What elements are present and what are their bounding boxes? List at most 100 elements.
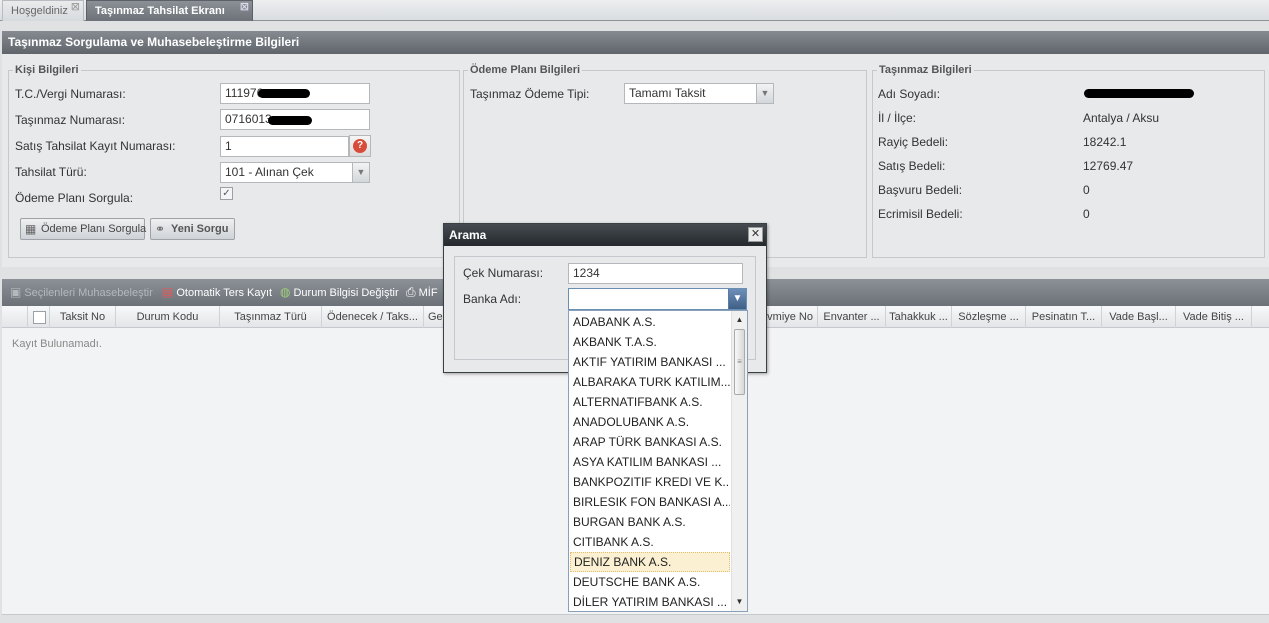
tahsilat-turu-label: Tahsilat Türü: <box>15 165 87 179</box>
tc-label: T.C./Vergi Numarası: <box>15 87 126 101</box>
row-number-column <box>2 306 28 328</box>
save-icon: ▣ <box>10 285 22 299</box>
odeme-plani-checkbox[interactable]: ✓ <box>220 187 233 200</box>
scroll-up-icon[interactable]: ▲ <box>732 313 747 327</box>
tahsilat-turu-select[interactable]: 101 - Alınan Çek ▼ <box>220 162 370 183</box>
dialog-title: Arama <box>444 224 766 246</box>
kisi-legend: Kişi Bilgileri <box>15 64 79 76</box>
tab-bar: Hoşgeldiniz ⊠ Taşınmaz Tahsilat Ekranı ⊠ <box>0 0 1269 21</box>
list-item[interactable]: BANKPOZITIF KREDI VE K... <box>570 472 730 492</box>
chevron-down-icon[interactable]: ▼ <box>756 84 773 103</box>
column-header[interactable]: Tahakkuk ... <box>886 306 952 328</box>
column-header[interactable]: Taşınmaz Türü <box>220 306 322 328</box>
list-item[interactable]: BIRLESIK FON BANKASI A.... <box>570 492 730 512</box>
odeme-plani-sorgula-label: Ödeme Planı Sorgula: <box>15 191 134 205</box>
binoculars-icon: ⚭ <box>155 222 166 236</box>
odeme-legend: Ödeme Planı Bilgileri <box>470 64 581 76</box>
cek-numarasi-value: 1234 <box>573 266 600 280</box>
satis-kayit-input[interactable]: 1 <box>220 136 349 157</box>
column-header[interactable]: Vade Bitiş ... <box>1176 306 1252 328</box>
banka-adi-select[interactable]: ▼ <box>568 288 747 310</box>
column-header[interactable]: Pesinatın T... <box>1026 306 1102 328</box>
column-header[interactable]: Envanter ... <box>818 306 886 328</box>
chevron-down-icon[interactable]: ▼ <box>728 289 746 309</box>
redaction-mark <box>268 116 312 125</box>
satis-bedeli-label: Satış Bedeli: <box>878 159 946 173</box>
scroll-down-icon[interactable]: ▼ <box>732 595 747 609</box>
tab-close-icon[interactable]: ⊠ <box>240 2 249 13</box>
tab-label: Taşınmaz Tahsilat Ekranı <box>95 5 225 17</box>
adi-soyadi-label: Adı Soyadı: <box>878 87 941 101</box>
odeme-tipi-select[interactable]: Tamamı Taksit ▼ <box>624 83 774 104</box>
tasinmaz-legend: Taşınmaz Bilgileri <box>879 64 972 76</box>
banka-adi-label: Banka Adı: <box>463 292 522 306</box>
tab-tasinmaz-tahsilat[interactable]: Taşınmaz Tahsilat Ekranı ⊠ <box>86 0 253 21</box>
odeme-tipi-value: Tamamı Taksit <box>629 86 706 100</box>
globe-icon: ◍ <box>280 285 291 299</box>
list-item[interactable]: CITIBANK A.S. <box>570 532 730 552</box>
redaction-mark <box>258 89 310 98</box>
odeme-tipi-label: Taşınmaz Ödeme Tipi: <box>470 87 590 101</box>
tahsilat-turu-value: 101 - Alınan Çek <box>225 165 314 179</box>
redaction-mark <box>1084 89 1194 98</box>
durum-degistir-button[interactable]: ◍ Durum Bilgisi Değiştir <box>280 279 399 306</box>
tasinmaz-no-value: 0716013 <box>225 112 272 126</box>
column-header[interactable]: Vade Başl... <box>1102 306 1176 328</box>
column-header[interactable]: Sözleşme ... <box>952 306 1026 328</box>
reverse-icon: ▤ <box>162 285 174 299</box>
list-item[interactable]: DEUTSCHE BANK A.S. <box>570 572 730 592</box>
calculator-icon: ▦ <box>25 222 37 236</box>
button-label: Otomatik Ters Kayıt <box>176 287 273 299</box>
cek-numarasi-input[interactable]: 1234 <box>568 263 743 284</box>
tab-hosgeldiniz[interactable]: Hoşgeldiniz ⊠ <box>2 0 84 21</box>
help-button[interactable]: ? <box>349 135 371 157</box>
button-label: Yeni Sorgu <box>171 223 229 235</box>
button-label: Ödeme Planı Sorgula <box>41 223 147 235</box>
cek-numarasi-label: Çek Numarası: <box>463 266 544 280</box>
banka-adi-value[interactable] <box>569 289 729 309</box>
il-ilce-label: İl / İlçe: <box>878 111 917 125</box>
ecrimisil-bedeli-value: 0 <box>1083 207 1090 221</box>
select-all-checkbox[interactable] <box>33 311 46 324</box>
column-header[interactable]: Ödenecek / Taks... <box>322 306 424 328</box>
il-ilce-value: Antalya / Aksu <box>1083 111 1160 125</box>
list-item[interactable]: ALBARAKA TURK KATILIM... <box>570 372 730 392</box>
list-item-highlighted[interactable]: DENIZ BANK A.S. <box>570 552 730 572</box>
satis-kayit-label: Satış Tahsilat Kayıt Numarası: <box>15 139 176 153</box>
scroll-thumb[interactable]: ≡ <box>734 329 745 395</box>
list-item[interactable]: AKTIF YATIRIM BANKASI ... <box>570 352 730 372</box>
list-item[interactable]: DİLER YATIRIM BANKASI ... <box>570 592 730 611</box>
column-header[interactable]: Durum Kodu <box>116 306 220 328</box>
basvuru-bedeli-value: 0 <box>1083 183 1090 197</box>
list-item[interactable]: ANADOLUBANK A.S. <box>570 412 730 432</box>
list-item[interactable]: ALTERNATIFBANK A.S. <box>570 392 730 412</box>
basvuru-bedeli-label: Başvuru Bedeli: <box>878 183 963 197</box>
empty-message: Kayıt Bulunamadı. <box>12 338 102 350</box>
button-label: MİF <box>418 287 438 299</box>
tab-label: Hoşgeldiniz <box>11 5 68 17</box>
rayic-bedeli-value: 18242.1 <box>1083 135 1127 149</box>
tab-close-icon[interactable]: ⊠ <box>71 2 80 13</box>
list-item[interactable]: AKBANK T.A.S. <box>570 332 730 352</box>
mif-button[interactable]: ⎙ MİF <box>406 279 438 306</box>
yeni-sorgu-button[interactable]: ⚭ Yeni Sorgu <box>150 218 235 240</box>
chevron-down-icon[interactable]: ▼ <box>352 163 369 182</box>
list-item[interactable]: ASYA KATILIM BANKASI ... <box>570 452 730 472</box>
button-label: Seçilenleri Muhasebeleştir <box>24 287 153 299</box>
ecrimisil-bedeli-label: Ecrimisil Bedeli: <box>878 207 963 221</box>
rayic-bedeli-label: Rayiç Bedeli: <box>878 135 949 149</box>
muhasebelestir-button[interactable]: ▣ Seçilenleri Muhasebeleştir <box>10 279 153 306</box>
help-icon: ? <box>353 139 367 153</box>
satis-bedeli-value: 12769.47 <box>1083 159 1134 173</box>
list-item[interactable]: ADABANK A.S. <box>570 312 730 332</box>
odeme-plani-sorgula-button[interactable]: ▦ Ödeme Planı Sorgula <box>20 218 147 240</box>
list-item[interactable]: BURGAN BANK A.S. <box>570 512 730 532</box>
list-item[interactable]: ARAP TÜRK BANKASI A.S. <box>570 432 730 452</box>
dropdown-scrollbar[interactable]: ▲ ≡ ▼ <box>731 311 747 611</box>
column-header[interactable]: Taksit No <box>50 306 116 328</box>
select-all-column <box>28 306 50 328</box>
close-icon[interactable]: ✕ <box>748 227 763 242</box>
print-icon: ⎙ <box>406 285 416 299</box>
ters-kayit-button[interactable]: ▤ Otomatik Ters Kayıt <box>162 279 272 306</box>
panel-title: Taşınmaz Sorgulama ve Muhasebeleştirme B… <box>2 31 1269 54</box>
